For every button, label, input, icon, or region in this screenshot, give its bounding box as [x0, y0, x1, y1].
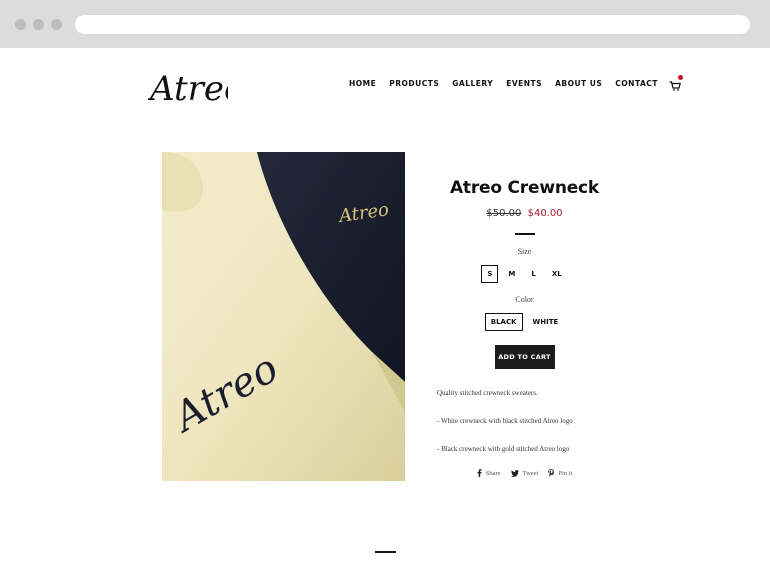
product-photo[interactable]: Atreo Atreo — [162, 152, 405, 481]
browser-chrome — [0, 0, 770, 48]
share-facebook[interactable]: Share — [477, 469, 501, 477]
size-option-l[interactable]: L — [525, 265, 541, 283]
sale-price: $40.00 — [527, 208, 563, 219]
size-swatches: S M L XL — [437, 265, 612, 283]
logo-text: Atreo — [148, 69, 228, 109]
description-line: - White crewneck with black stitched Atr… — [437, 417, 573, 425]
size-option-s[interactable]: S — [481, 265, 499, 283]
price-block: $50.00 $40.00 — [437, 208, 612, 219]
nav-about-us[interactable]: ABOUT US — [555, 79, 602, 88]
footer-divider — [375, 551, 396, 553]
pinterest-icon — [548, 469, 555, 477]
size-option-xl[interactable]: XL — [546, 265, 568, 283]
tweet-label: Tweet — [522, 469, 539, 477]
cart-icon[interactable] — [669, 75, 683, 91]
nav-home[interactable]: HOME — [349, 79, 376, 88]
main-nav: HOME PRODUCTS GALLERY EVENTS ABOUT US CO… — [349, 75, 683, 91]
product-description: Quality stitched crewneck sweaters. - Wh… — [437, 389, 612, 453]
description-line: Quality stitched crewneck sweaters. — [437, 389, 538, 397]
share-label: Share — [485, 469, 501, 477]
address-bar[interactable] — [75, 15, 750, 34]
compare-price: $50.00 — [486, 208, 522, 219]
title-divider — [514, 233, 535, 235]
share-pinterest[interactable]: Pin it — [548, 469, 572, 477]
cart-badge — [677, 75, 683, 80]
color-label: Color — [515, 295, 534, 304]
nav-gallery[interactable]: GALLERY — [452, 79, 493, 88]
color-swatches: BLACK WHITE — [437, 313, 612, 331]
color-option-white[interactable]: WHITE — [527, 313, 565, 331]
size-label: Size — [517, 247, 532, 256]
window-dot — [15, 19, 26, 30]
window-dot — [33, 19, 44, 30]
nav-contact[interactable]: CONTACT — [615, 79, 658, 88]
twitter-icon — [510, 469, 519, 477]
description-line: - Black crewneck with gold stitched Atre… — [437, 445, 570, 453]
facebook-icon — [477, 469, 482, 477]
size-option-m[interactable]: M — [502, 265, 521, 283]
color-option-black[interactable]: BLACK — [484, 313, 523, 331]
site-logo[interactable]: Atreo — [147, 54, 244, 110]
product-title: Atreo Crewneck — [449, 178, 600, 198]
social-share: Share Tweet Pin it — [437, 469, 612, 477]
window-dot — [51, 19, 62, 30]
pin-label: Pin it — [558, 469, 573, 477]
product-info: Atreo Crewneck $50.00 $40.00 Size S M L … — [437, 178, 612, 477]
add-to-cart-button[interactable]: ADD TO CART — [494, 345, 555, 369]
nav-products[interactable]: PRODUCTS — [389, 79, 439, 88]
nav-events[interactable]: EVENTS — [506, 79, 542, 88]
share-twitter[interactable]: Tweet — [510, 469, 539, 477]
